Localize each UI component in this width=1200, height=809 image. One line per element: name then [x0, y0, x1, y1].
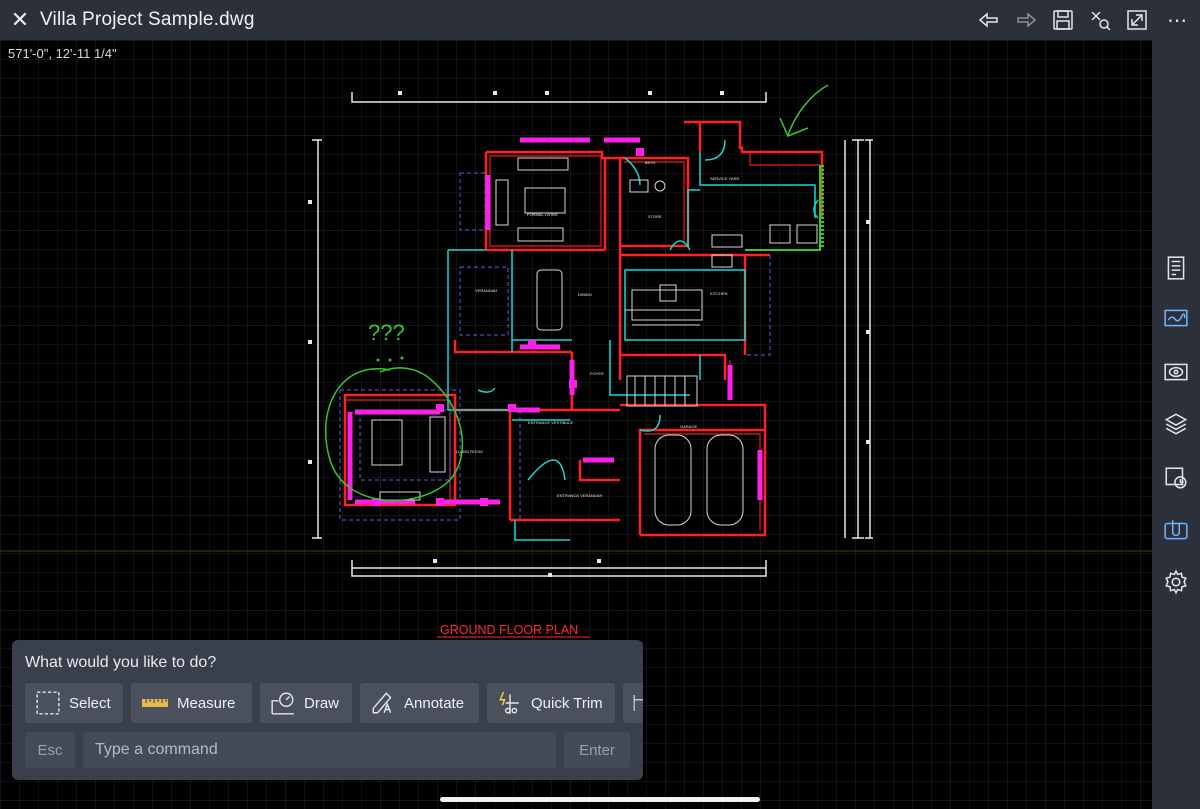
right-toolbar	[1152, 40, 1200, 809]
close-button[interactable]: ✕	[0, 0, 40, 40]
command-input-row: Esc Enter	[25, 732, 630, 768]
more-icon: ⋯	[1167, 9, 1188, 32]
title-bar: ✕ Villa Project Sample.dwg ⋯	[0, 0, 1200, 40]
attachments-button[interactable]	[1160, 514, 1192, 546]
draw-icon	[271, 692, 294, 715]
trim-tool-button[interactable]	[1081, 0, 1118, 40]
ruler-icon	[142, 699, 168, 707]
annotate-tool-button[interactable]: Annotate	[360, 683, 479, 723]
settings-icon	[1165, 569, 1187, 595]
command-tools: Select Measure Draw Annotate Quick Trim	[25, 683, 643, 723]
top-actions: ⋯	[970, 0, 1200, 40]
fullscreen-icon	[1126, 10, 1147, 30]
redo-button[interactable]	[1007, 0, 1044, 40]
draw-tool-button[interactable]: Draw	[260, 683, 352, 723]
draw-tool-label: Draw	[304, 694, 340, 712]
properties-icon	[1167, 256, 1185, 280]
room-label-service-yard: SERVICE YARD	[710, 176, 739, 181]
room-label-kitchen: KITCHEN	[710, 291, 728, 296]
room-label-entrance-vestibule: ENTRANCE VESTIBULE	[528, 420, 573, 425]
room-label-store: STORE	[648, 214, 662, 219]
settings-button[interactable]	[1160, 566, 1192, 598]
cursor-coordinates: 571'-0", 12'-11 1/4"	[8, 46, 117, 61]
measure-tool-button[interactable]: Measure	[131, 683, 252, 723]
view-icon	[1164, 363, 1188, 381]
quick-trim-tool-button[interactable]: Quick Trim	[487, 683, 615, 723]
undo-button[interactable]	[970, 0, 1007, 40]
enter-button[interactable]: Enter	[564, 732, 630, 768]
save-button[interactable]	[1044, 0, 1081, 40]
properties-button[interactable]	[1160, 252, 1192, 284]
view-button[interactable]	[1160, 356, 1192, 388]
drawing-label: GROUND FLOOR PLAN	[440, 623, 578, 637]
markup-icon	[1164, 309, 1188, 327]
room-label-foyer: FOYER	[590, 371, 604, 376]
quick-trim-tool-label: Quick Trim	[531, 694, 603, 712]
blocks-icon	[1165, 467, 1187, 489]
undo-icon	[978, 12, 998, 28]
annotate-tool-label: Annotate	[404, 694, 465, 712]
command-panel: What would you like to do? Select Measur…	[12, 640, 643, 780]
layers-button[interactable]	[1160, 408, 1192, 440]
room-label-living-room: LIVING ROOM	[456, 449, 483, 454]
select-tool-label: Select	[69, 694, 111, 712]
select-tool-button[interactable]: Select	[25, 683, 123, 723]
select-icon	[36, 691, 60, 715]
room-label-bath: BATH	[645, 160, 655, 165]
quick-trim-icon	[499, 691, 519, 714]
room-label-verandah: VERANDAH	[475, 288, 497, 293]
home-indicator[interactable]	[440, 797, 760, 802]
save-icon	[1052, 10, 1073, 30]
extend-icon	[633, 695, 643, 711]
blocks-button[interactable]	[1160, 462, 1192, 494]
close-icon: ✕	[10, 7, 30, 32]
redo-icon	[1016, 12, 1036, 28]
command-prompt: What would you like to do?	[25, 654, 217, 671]
annotate-icon	[372, 692, 392, 714]
esc-button[interactable]: Esc	[25, 732, 75, 768]
extend-tool-button[interactable]	[623, 683, 643, 723]
measure-tool-label: Measure	[177, 694, 236, 712]
document-title: Villa Project Sample.dwg	[40, 9, 255, 30]
trim-tool-icon	[1090, 11, 1111, 31]
fullscreen-button[interactable]	[1118, 0, 1155, 40]
room-label-garage: GARAGE	[680, 424, 697, 429]
markup-text: ???	[368, 320, 405, 345]
room-label-entrance-verandah: ENTRANCE VERANDAH	[557, 493, 602, 498]
room-label-dining: DINING	[578, 292, 592, 297]
command-input[interactable]	[83, 732, 556, 768]
layers-icon	[1164, 413, 1188, 435]
markup-button[interactable]	[1160, 302, 1192, 334]
more-button[interactable]: ⋯	[1155, 0, 1200, 40]
room-label-formal-living: FORMAL LIVING	[527, 212, 558, 217]
attachments-icon	[1164, 520, 1188, 540]
